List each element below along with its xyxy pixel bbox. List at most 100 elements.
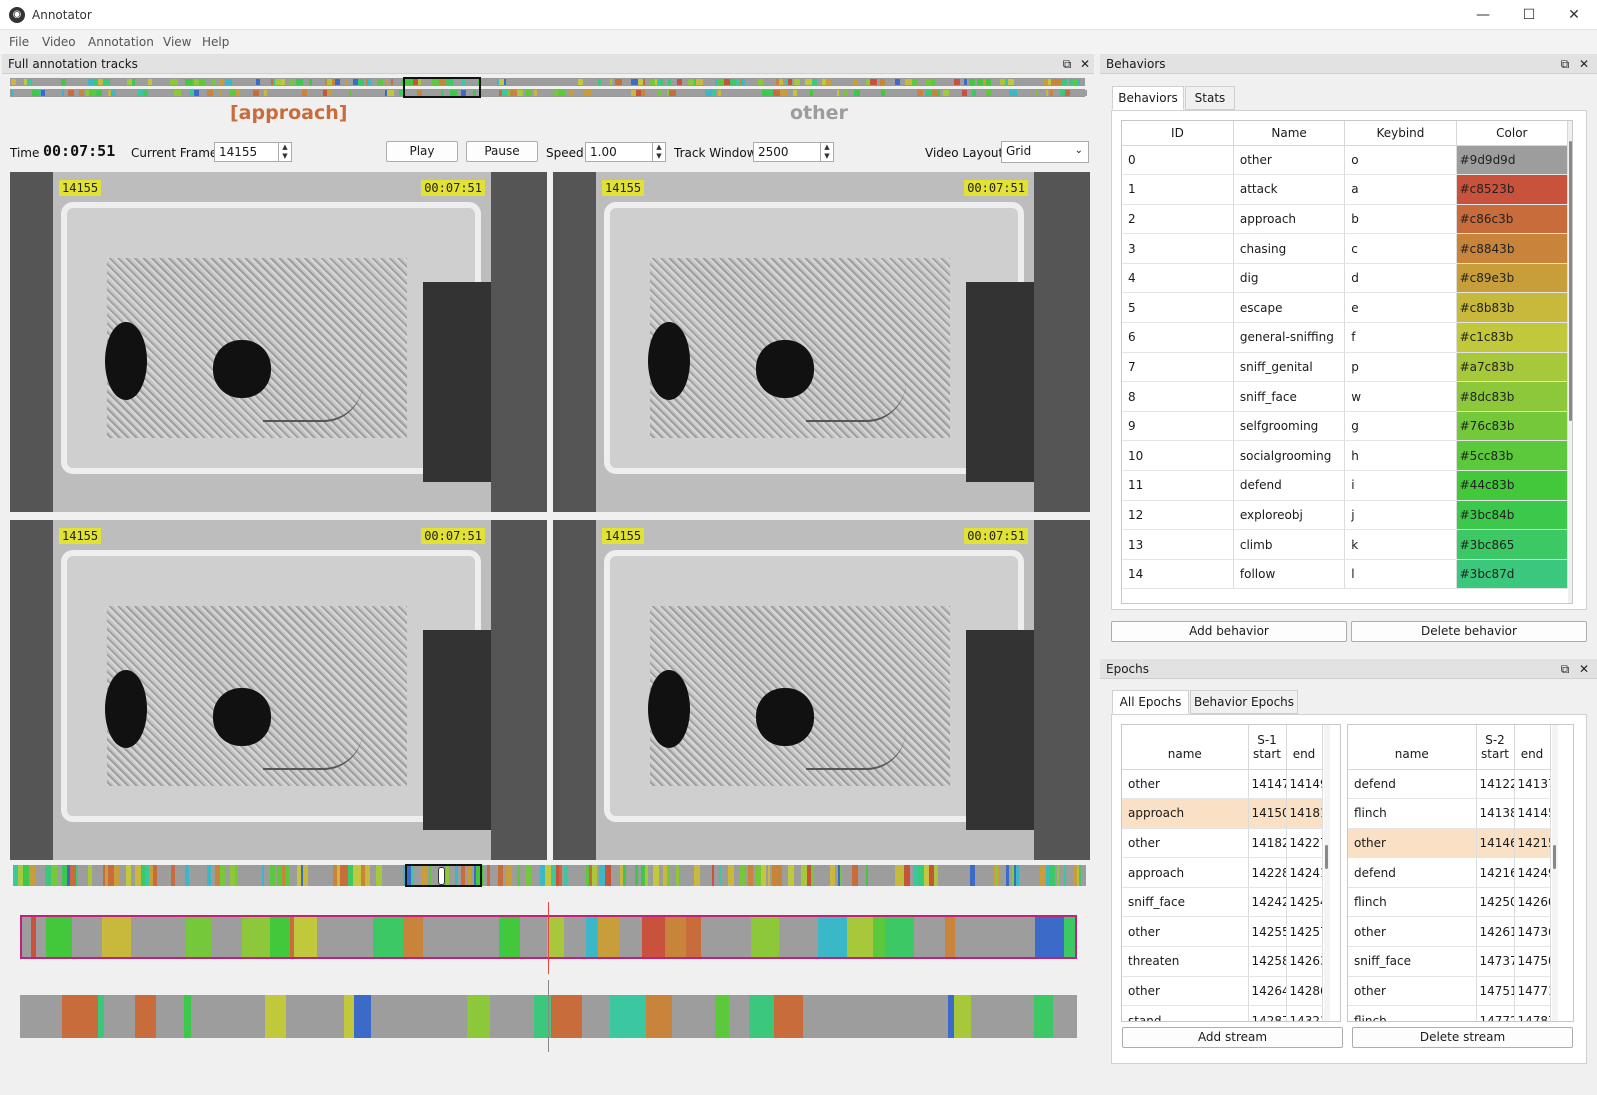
- table-row[interactable]: 4 dig d #c89e3b: [1122, 263, 1569, 294]
- scroll-thumb[interactable]: [1325, 845, 1328, 869]
- table-row[interactable]: 14 follow l #3bc87d: [1122, 559, 1569, 590]
- epochs-scrollbar[interactable]: [1324, 725, 1330, 1021]
- behavior-color-swatch[interactable]: #a7c83b: [1456, 352, 1569, 383]
- tab-behaviors[interactable]: Behaviors: [1112, 86, 1184, 110]
- close-button[interactable]: ✕: [1551, 2, 1597, 28]
- frame-spinbox[interactable]: 14155 ▲ ▼: [214, 142, 292, 162]
- close-icon[interactable]: ✕: [1577, 659, 1591, 679]
- pause-button[interactable]: Pause: [466, 141, 538, 162]
- video-layout-select[interactable]: Grid ⌄: [1001, 141, 1089, 163]
- behavior-color-swatch[interactable]: #3bc87d: [1456, 559, 1569, 590]
- scroll-thumb[interactable]: [1553, 845, 1556, 869]
- table-row[interactable]: 11 defend i #44c83b: [1122, 470, 1569, 501]
- table-row[interactable]: other1425514257: [1122, 916, 1323, 948]
- table-row[interactable]: 8 sniff_face w #8dc83b: [1122, 381, 1569, 412]
- behavior-color-swatch[interactable]: #76c83b: [1456, 411, 1569, 442]
- spin-arrows-icon[interactable]: ▲ ▼: [652, 143, 665, 161]
- spin-arrows-icon[interactable]: ▲ ▼: [278, 143, 291, 161]
- scroll-thumb[interactable]: [1569, 141, 1572, 421]
- minimize-button[interactable]: —: [1460, 2, 1506, 28]
- behavior-color-swatch[interactable]: #8dc83b: [1456, 381, 1569, 412]
- table-row[interactable]: 1 attack a #c8523b: [1122, 174, 1569, 205]
- menu-help[interactable]: Help: [202, 35, 229, 49]
- table-row[interactable]: 13 climb k #3bc865: [1122, 529, 1569, 560]
- play-button[interactable]: Play: [386, 141, 458, 162]
- table-row[interactable]: flinch1477214787: [1348, 1005, 1551, 1021]
- spin-arrows-icon[interactable]: ▲ ▼: [820, 143, 833, 161]
- table-row[interactable]: 6 general-sniffing f #c1c83b: [1122, 322, 1569, 353]
- behavior-color-swatch[interactable]: #c86c3b: [1456, 204, 1569, 235]
- behaviors-col-header[interactable]: Keybind: [1344, 121, 1457, 146]
- menu-annotation[interactable]: Annotation: [88, 35, 154, 49]
- table-row[interactable]: flinch1413814145: [1348, 798, 1551, 829]
- epochs-col-end[interactable]: end: [1514, 725, 1551, 770]
- overview-track-s2[interactable]: [10, 89, 1087, 97]
- behaviors-scrollbar[interactable]: [1568, 121, 1572, 603]
- table-row[interactable]: other1475114771: [1348, 976, 1551, 1007]
- table-row[interactable]: defend1421614249: [1348, 857, 1551, 888]
- behavior-color-swatch[interactable]: #c89e3b: [1456, 263, 1569, 294]
- overview-track-s1[interactable]: [10, 78, 1085, 86]
- table-row[interactable]: threaten1425814263: [1122, 946, 1323, 977]
- table-row[interactable]: 2 approach b #c86c3b: [1122, 204, 1569, 235]
- epochs-col-name[interactable]: name: [1122, 725, 1249, 770]
- behaviors-col-header[interactable]: ID: [1122, 121, 1234, 146]
- table-row[interactable]: 0 other o #9d9d9d: [1122, 145, 1569, 176]
- table-row[interactable]: 12 exploreobj j #3bc84b: [1122, 500, 1569, 531]
- maximize-button[interactable]: ☐: [1506, 2, 1552, 28]
- table-row[interactable]: flinch1425014260: [1348, 887, 1551, 918]
- speed-spinbox[interactable]: 1.00 ▲ ▼: [585, 142, 666, 162]
- table-row[interactable]: other1426414286: [1122, 976, 1323, 1007]
- close-icon[interactable]: ✕: [1577, 54, 1591, 74]
- table-row[interactable]: other1414614215: [1348, 828, 1551, 859]
- table-row[interactable]: stand1428714321: [1122, 1005, 1323, 1021]
- video-view[interactable]: 14155 00:07:51: [553, 520, 1090, 860]
- close-icon[interactable]: ✕: [1078, 54, 1092, 74]
- float-icon[interactable]: ⧉: [1060, 54, 1074, 74]
- navigator-handle[interactable]: [438, 867, 445, 885]
- overview-window-selector[interactable]: [403, 77, 481, 98]
- epochs-col-start[interactable]: S-2 start: [1476, 725, 1515, 770]
- tab-all-epochs[interactable]: All Epochs: [1112, 690, 1189, 714]
- table-row[interactable]: defend1412214137: [1348, 769, 1551, 800]
- behavior-color-swatch[interactable]: #5cc83b: [1456, 440, 1569, 472]
- menu-file[interactable]: File: [9, 35, 29, 49]
- table-row[interactable]: 3 chasing c #c8843b: [1122, 233, 1569, 264]
- timeline-navigator[interactable]: [13, 865, 1086, 886]
- video-view[interactable]: 14155 00:07:51: [553, 172, 1090, 512]
- float-icon[interactable]: ⧉: [1558, 54, 1572, 74]
- table-row[interactable]: other1414714149: [1122, 769, 1323, 800]
- table-row[interactable]: 5 escape e #c8b83b: [1122, 292, 1569, 324]
- behavior-color-swatch[interactable]: #c1c83b: [1456, 322, 1569, 353]
- add-stream-button[interactable]: Add stream: [1122, 1027, 1343, 1048]
- delete-behavior-button[interactable]: Delete behavior: [1351, 621, 1587, 642]
- track-window-spinbox[interactable]: 2500 ▲ ▼: [753, 142, 834, 162]
- table-row[interactable]: sniff_face1473714750: [1348, 946, 1551, 977]
- menu-video[interactable]: Video: [42, 35, 76, 49]
- behavior-color-swatch[interactable]: #c8523b: [1456, 174, 1569, 205]
- behavior-color-swatch[interactable]: #c8843b: [1456, 233, 1569, 264]
- tab-behavior-epochs[interactable]: Behavior Epochs: [1190, 690, 1298, 714]
- epochs-col-end[interactable]: end: [1286, 725, 1323, 770]
- behavior-color-swatch[interactable]: #c8b83b: [1456, 292, 1569, 324]
- epochs-scrollbar[interactable]: [1552, 725, 1558, 1021]
- behaviors-col-header[interactable]: Color: [1456, 121, 1569, 146]
- table-row[interactable]: 10 socialgrooming h #5cc83b: [1122, 440, 1569, 472]
- add-behavior-button[interactable]: Add behavior: [1111, 621, 1347, 642]
- table-row[interactable]: 9 selfgrooming g #76c83b: [1122, 411, 1569, 442]
- epochs-col-start[interactable]: S-1 start: [1248, 725, 1287, 770]
- delete-stream-button[interactable]: Delete stream: [1352, 1027, 1573, 1048]
- table-row[interactable]: 7 sniff_genital p #a7c83b: [1122, 352, 1569, 383]
- video-view[interactable]: 14155 00:07:51: [10, 172, 547, 512]
- behavior-color-swatch[interactable]: #44c83b: [1456, 470, 1569, 501]
- table-row[interactable]: other1418214227: [1122, 828, 1323, 859]
- table-row[interactable]: sniff_face1424214254: [1122, 887, 1323, 918]
- table-row[interactable]: other1426114736: [1348, 916, 1551, 948]
- video-view[interactable]: 14155 00:07:51: [10, 520, 547, 860]
- menu-view[interactable]: View: [163, 35, 191, 49]
- float-icon[interactable]: ⧉: [1558, 659, 1572, 679]
- table-row[interactable]: approach1415014181: [1122, 798, 1323, 829]
- behavior-color-swatch[interactable]: #9d9d9d: [1456, 145, 1569, 176]
- tab-stats[interactable]: Stats: [1185, 86, 1235, 110]
- behaviors-col-header[interactable]: Name: [1233, 121, 1346, 146]
